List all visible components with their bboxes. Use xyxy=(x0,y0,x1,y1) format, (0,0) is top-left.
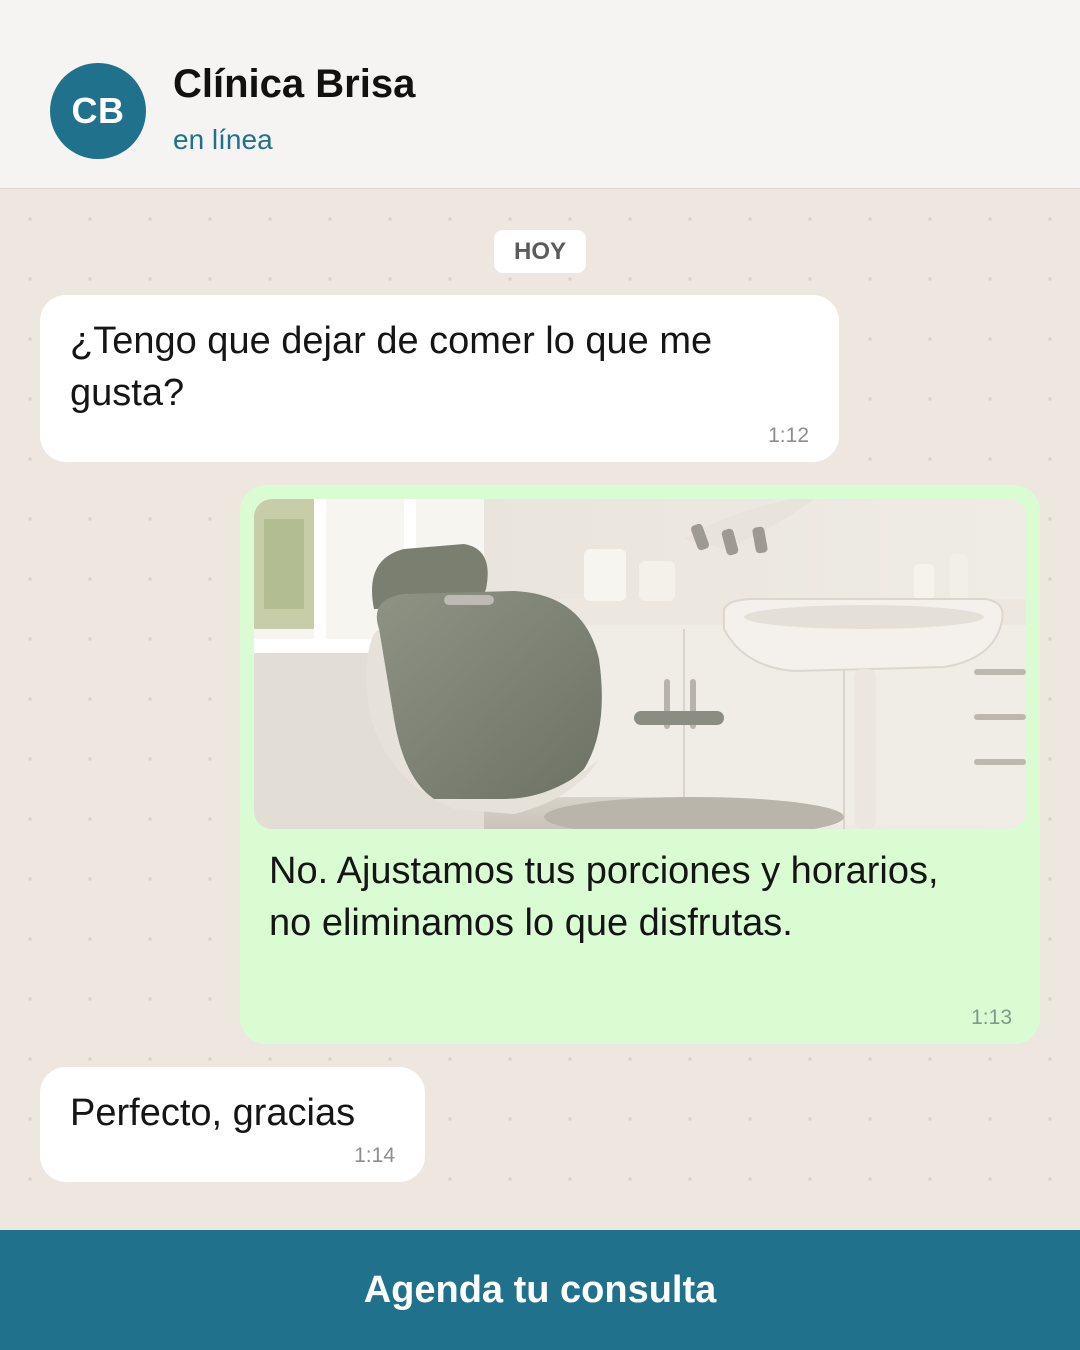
contact-status: en línea xyxy=(173,124,273,155)
avatar[interactable]: CB xyxy=(50,63,146,159)
message-time: 1:14 xyxy=(354,1144,395,1167)
outgoing-message[interactable]: No. Ajustamos tus porciones y horarios, … xyxy=(240,485,1040,1044)
chat-header: CB Clínica Brisa en línea xyxy=(0,0,1080,189)
message-time: 1:13 xyxy=(971,1006,1012,1029)
date-separator: HOY xyxy=(494,230,586,273)
message-time: 1:12 xyxy=(768,424,809,447)
dental-chair-photo[interactable] xyxy=(254,499,1026,829)
message-text: Perfecto, gracias xyxy=(70,1092,356,1134)
contact-name[interactable]: Clínica Brisa xyxy=(173,62,415,107)
book-consultation-button[interactable]: Agenda tu consulta xyxy=(0,1230,1080,1350)
message-text: No. Ajustamos tus porciones y horarios, … xyxy=(269,850,939,944)
incoming-message[interactable]: Perfecto, gracias 1:14 xyxy=(40,1067,425,1182)
message-text: ¿Tengo que dejar de comer lo que me gust… xyxy=(70,320,713,414)
incoming-message[interactable]: ¿Tengo que dejar de comer lo que me gust… xyxy=(40,295,839,462)
